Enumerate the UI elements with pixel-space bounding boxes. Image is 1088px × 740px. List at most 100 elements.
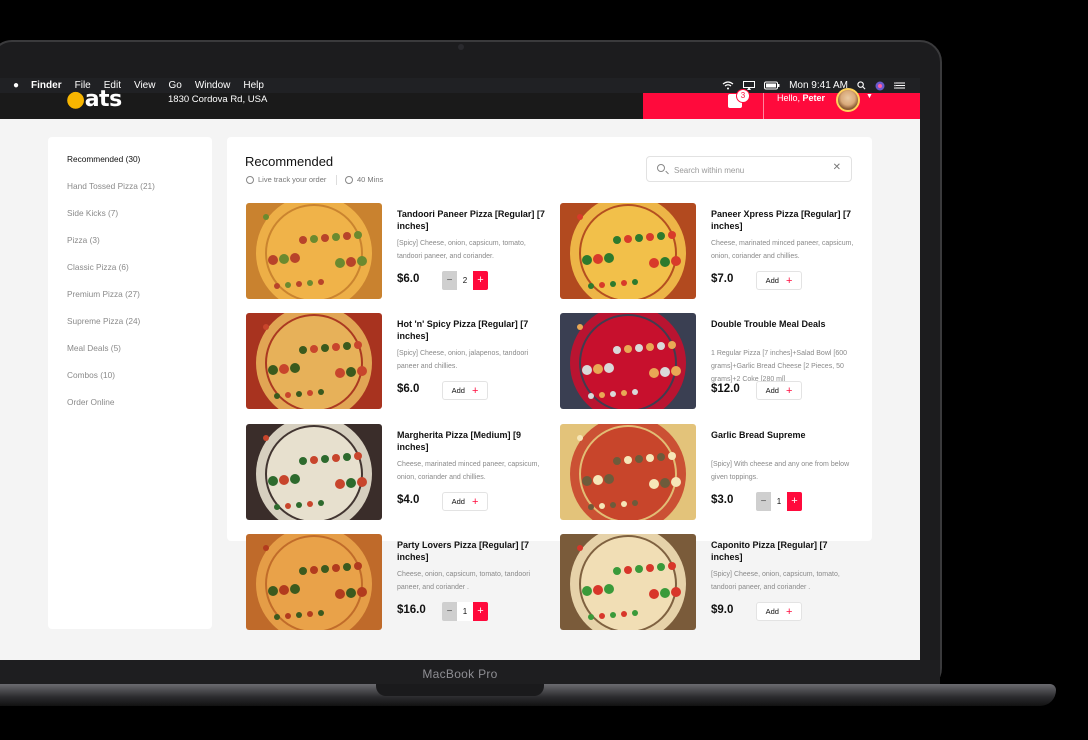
sidebar-item-combos[interactable]: Combos (10) — [67, 370, 115, 380]
item-name: Caponito Pizza [Regular] [7 inches] — [711, 540, 828, 562]
menu-item-card-margherita[interactable]: Margherita Pizza [Medium] [9 inches] Che… — [246, 424, 546, 520]
item-description: [Spicy] Cheese, onion, capsicum, tomato,… — [397, 240, 526, 260]
sidebar-item-pizza[interactable]: Pizza (3) — [67, 235, 100, 245]
plus-icon: + — [785, 274, 793, 287]
sidebar-item-hand-tossed[interactable]: Hand Tossed Pizza (21) — [67, 181, 155, 191]
item-name: Hot 'n' Spicy Pizza [Regular] [7 inches] — [397, 319, 529, 341]
cart-count-badge: 3 — [736, 89, 750, 103]
delivery-time: 40 Mins — [345, 175, 383, 184]
menu-item-card-garlic-bread[interactable]: Garlic Bread Supreme [Spicy] With cheese… — [560, 424, 860, 520]
siri-icon[interactable] — [875, 81, 885, 91]
item-price: $16.0 — [397, 604, 426, 616]
item-name: Double Trouble Meal Deals — [711, 319, 826, 329]
increase-button[interactable]: + — [473, 271, 488, 290]
apple-icon[interactable]: ● — [13, 80, 19, 91]
sidebar-item-side-kicks[interactable]: Side Kicks (7) — [67, 208, 118, 218]
add-label: Add — [451, 497, 465, 506]
menu-item-card-double-trouble[interactable]: Double Trouble Meal Deals 1 Regular Pizz… — [560, 313, 860, 409]
live-track-link[interactable]: Live track your order — [246, 175, 326, 184]
item-price: $7.0 — [711, 273, 734, 285]
sidebar-item-order-online[interactable]: Order Online — [67, 397, 115, 407]
food-image[interactable] — [560, 424, 696, 520]
search-icon[interactable] — [857, 81, 866, 90]
user-greeting[interactable]: Hello, Peter — [777, 93, 825, 103]
menu-window[interactable]: Window — [195, 80, 231, 91]
sidebar-item-classic[interactable]: Classic Pizza (6) — [67, 262, 129, 272]
quantity-stepper: − 2 + — [442, 271, 488, 290]
device-label: MacBook Pro — [422, 667, 498, 681]
item-price: $6.0 — [397, 383, 420, 395]
meta-divider — [336, 175, 337, 185]
menu-go[interactable]: Go — [168, 80, 181, 91]
add-button[interactable]: Add + — [442, 492, 488, 511]
item-price: $12.0 — [711, 383, 740, 395]
menu-clock[interactable]: Mon 9:41 AM — [789, 80, 848, 91]
menu-item-card-hot-n-spicy[interactable]: Hot 'n' Spicy Pizza [Regular] [7 inches]… — [246, 313, 546, 409]
plus-icon: + — [471, 495, 479, 508]
item-price: $3.0 — [711, 494, 734, 506]
increase-button[interactable]: + — [787, 492, 802, 511]
app-header: ●ats 1830 Cordova Rd, USA 3 Hello, Peter… — [0, 87, 920, 119]
search-icon — [657, 164, 665, 172]
control-center-icon[interactable] — [894, 81, 906, 90]
decrease-button[interactable]: − — [756, 492, 771, 511]
item-name: Margherita Pizza [Medium] [9 inches] — [397, 430, 522, 452]
quantity-value: 1 — [771, 492, 787, 511]
add-label: Add — [451, 386, 465, 395]
item-description: Cheese, onion, capsicum, tomato, tandoor… — [397, 571, 531, 591]
quantity-stepper: − 1 + — [442, 602, 488, 621]
item-description: Cheese, marinated minced paneer, capsicu… — [711, 240, 854, 260]
food-image[interactable] — [560, 534, 696, 630]
menu-item-card-party-lovers[interactable]: Party Lovers Pizza [Regular] [7 inches] … — [246, 534, 546, 630]
menu-view[interactable]: View — [134, 80, 156, 91]
menu-item-card-caponito[interactable]: Caponito Pizza [Regular] [7 inches] [Spi… — [560, 534, 860, 630]
decrease-button[interactable]: − — [442, 602, 457, 621]
item-price: $6.0 — [397, 273, 420, 285]
add-button[interactable]: Add + — [442, 381, 488, 400]
plus-icon: + — [471, 384, 479, 397]
item-price: $9.0 — [711, 604, 734, 616]
food-image[interactable] — [246, 534, 382, 630]
live-track-label: Live track your order — [258, 175, 327, 184]
location-icon — [246, 175, 254, 184]
add-label: Add — [765, 386, 779, 395]
quantity-value: 1 — [457, 602, 473, 621]
food-image[interactable] — [560, 313, 696, 409]
menu-item-card-tandoori-paneer[interactable]: Tandoori Paneer Pizza [Regular] [7 inche… — [246, 203, 546, 299]
battery-icon[interactable] — [764, 81, 780, 90]
screen: ● Finder File Edit View Go Window Help M… — [0, 78, 920, 660]
item-description: [Spicy] Cheese, onion, capsicum, tomato,… — [711, 571, 840, 591]
close-icon[interactable]: ✕ — [833, 162, 841, 173]
search-input[interactable] — [672, 162, 826, 178]
add-label: Add — [765, 276, 779, 285]
food-image[interactable] — [246, 424, 382, 520]
item-description: [Spicy] Cheese, onion, jalapenos, tandoo… — [397, 350, 529, 370]
delivery-address[interactable]: 1830 Cordova Rd, USA — [168, 94, 267, 105]
eats-logo[interactable]: ●ats — [66, 87, 122, 112]
item-description: [Spicy] With cheese and any one from bel… — [711, 461, 850, 481]
greeting-text: Hello, — [777, 93, 803, 103]
food-image[interactable] — [246, 203, 382, 299]
menu-finder[interactable]: Finder — [31, 80, 62, 91]
plus-icon: + — [785, 384, 793, 397]
wifi-icon[interactable] — [722, 81, 734, 90]
sidebar-item-premium[interactable]: Premium Pizza (27) — [67, 289, 140, 299]
add-button[interactable]: Add + — [756, 602, 802, 621]
sidebar-item-recommended[interactable]: Recommended (30) — [67, 154, 140, 164]
increase-button[interactable]: + — [473, 602, 488, 621]
avatar[interactable] — [836, 88, 860, 112]
add-label: Add — [765, 607, 779, 616]
menu-item-card-paneer-xpress[interactable]: Paneer Xpress Pizza [Regular] [7 inches]… — [560, 203, 860, 299]
plus-icon: + — [785, 605, 793, 618]
menu-help[interactable]: Help — [243, 80, 264, 91]
sidebar-item-meal-deals[interactable]: Meal Deals (5) — [67, 343, 121, 353]
chevron-down-icon[interactable]: ▼ — [866, 93, 873, 100]
sidebar-item-supreme[interactable]: Supreme Pizza (24) — [67, 316, 140, 326]
header-divider — [763, 93, 764, 119]
add-button[interactable]: Add + — [756, 381, 802, 400]
decrease-button[interactable]: − — [442, 271, 457, 290]
food-image[interactable] — [246, 313, 382, 409]
user-name: Peter — [802, 93, 826, 103]
add-button[interactable]: Add + — [756, 271, 802, 290]
food-image[interactable] — [560, 203, 696, 299]
